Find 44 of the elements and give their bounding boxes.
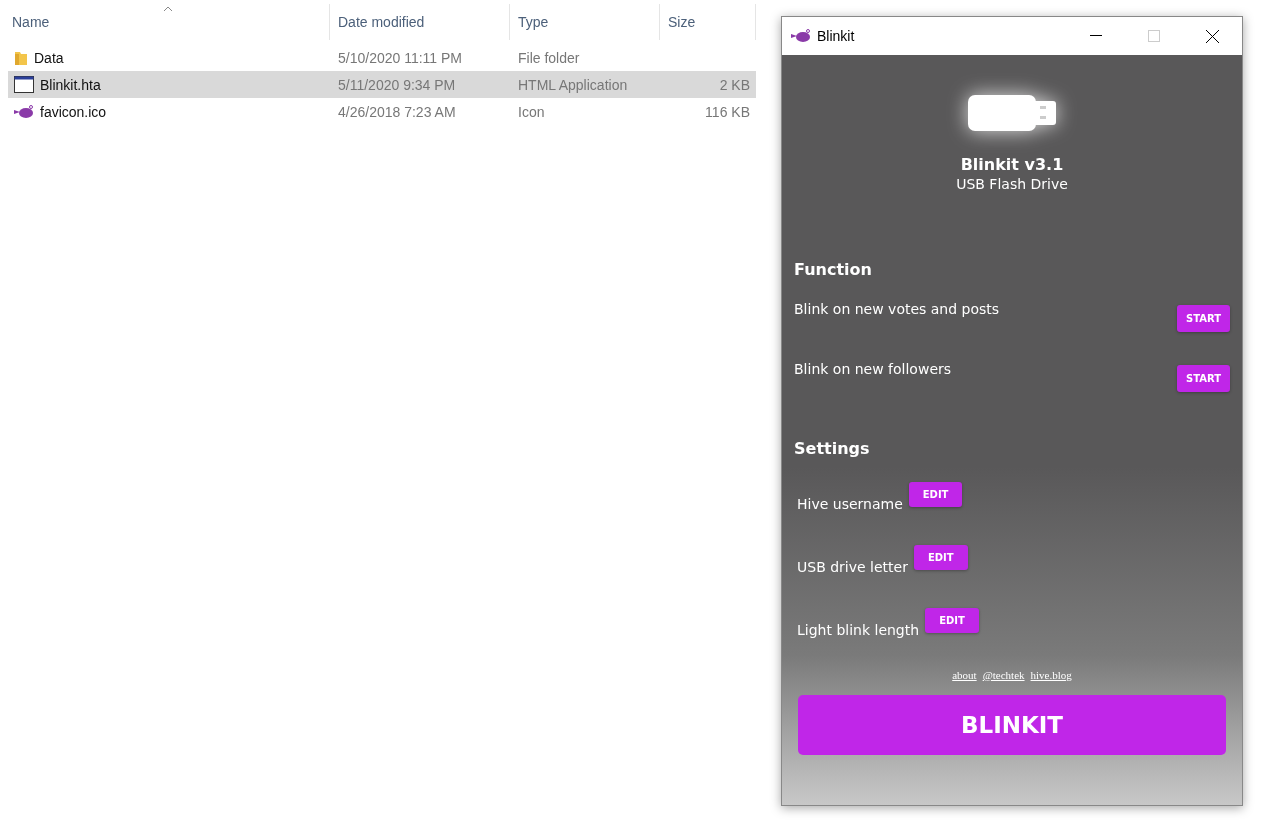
file-size: 2 KB [719, 76, 750, 93]
fish-icon [791, 29, 811, 43]
file-type: File folder [518, 49, 580, 66]
function-label: Blink on new votes and posts [794, 301, 1000, 317]
function-label: Blink on new followers [794, 361, 952, 377]
file-row[interactable]: Blinkit.hta 5/11/2020 9:34 PM HTML Application 2 KB [8, 71, 756, 98]
app-title: Blinkit v3.1 [959, 155, 1065, 174]
window-icon [14, 76, 34, 93]
window-title: Blinkit [817, 28, 855, 44]
setting-label: Hive username [797, 495, 903, 512]
file-type: HTML Application [518, 76, 628, 93]
column-header[interactable]: Type [518, 14, 549, 30]
file-row[interactable]: Data 5/10/2020 11:11 PM File folder [8, 44, 756, 71]
edit-button[interactable]: EDIT [913, 545, 968, 570]
column-header[interactable]: Size [668, 14, 696, 30]
footer-link[interactable]: about [952, 669, 977, 681]
start-button[interactable]: START [1176, 305, 1230, 332]
column-header[interactable]: Name [12, 14, 50, 30]
date-modified: 5/10/2020 11:11 PM [338, 49, 463, 66]
folder-icon [14, 49, 28, 66]
file-row[interactable]: favicon.ico 4/26/2018 7:23 AM Icon 116 KB [8, 98, 756, 125]
sort-caret-icon [163, 6, 173, 12]
section-heading: Settings [794, 439, 871, 458]
file-size: 116 KB [705, 103, 750, 120]
date-modified: 4/26/2018 7:23 AM [338, 103, 456, 120]
date-modified: 5/11/2020 9:34 PM [338, 76, 456, 93]
start-button[interactable]: START [1176, 365, 1230, 392]
setting-label: Light blink length [797, 621, 920, 638]
close-icon[interactable] [1206, 29, 1219, 43]
fish-icon [14, 104, 34, 119]
setting-label: USB drive letter [797, 558, 908, 575]
edit-button[interactable]: EDIT [925, 608, 979, 633]
blinkit-button[interactable]: BLINKIT [798, 695, 1226, 755]
file-name: Blinkit.hta [40, 76, 101, 93]
footer-link[interactable]: hive.blog [1030, 669, 1072, 681]
file-name: Data [34, 49, 64, 66]
footer-link[interactable]: @techtek [982, 669, 1025, 681]
section-heading: Function [794, 260, 873, 279]
edit-button[interactable]: EDIT [908, 482, 963, 507]
file-name: favicon.ico [40, 103, 107, 120]
app-subtitle: USB Flash Drive [955, 176, 1069, 192]
minimize-icon[interactable] [1090, 35, 1102, 37]
file-type: Icon [518, 103, 545, 120]
column-header[interactable]: Date modified [338, 14, 425, 30]
